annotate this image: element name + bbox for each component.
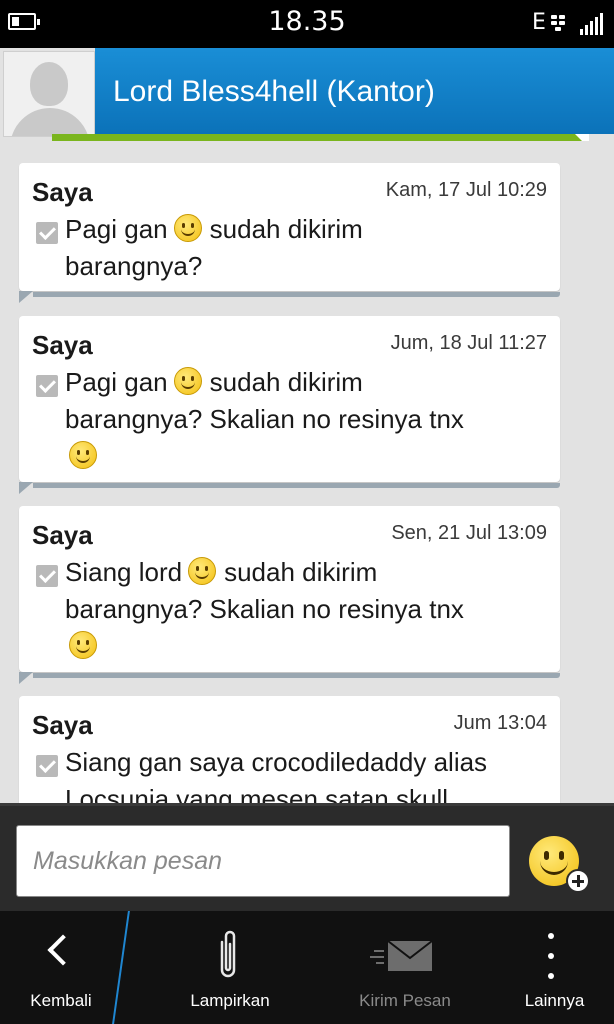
back-button[interactable]: Kembali [0,911,122,1024]
delivered-check-icon [36,375,58,397]
message-sender: Saya [32,520,93,550]
signal-icon [580,13,608,35]
message-text: Pagi gan sudah dikirim barangnya? Skalian… [65,364,545,475]
message-bubble[interactable]: Saya Kam, 17 Jul 10:29 Pagi gan sudah dik… [19,163,560,303]
more-icon [548,933,554,983]
smiley-icon [69,441,97,469]
smiley-icon [69,631,97,659]
smiley-icon [173,214,202,242]
message-text: Siang gan saya crocodiledaddy alias Locs… [65,747,488,803]
smiley-icon [173,367,202,395]
header-accent-strip [52,134,585,141]
more-button[interactable]: Lainnya [495,911,614,1024]
message-bubble[interactable]: Saya Jum 13:04 Siang gan saya crocodiled… [19,696,560,803]
status-bar: 18.35 E [0,0,614,48]
message-bubble[interactable]: Saya Jum, 18 Jul 11:27 Pagi gan sudah dik… [19,316,560,494]
back-label: Kembali [30,991,92,1010]
blackberry-icon [551,15,573,31]
conversation-list[interactable]: Saya Kam, 17 Jul 10:29 Pagi gan sudah dik… [0,141,614,803]
message-text: Siang lord sudah dikirim barangnya? Skali… [65,554,545,665]
delivered-check-icon [36,222,58,244]
message-time: Kam, 17 Jul 10:29 [385,179,547,201]
attach-button[interactable]: Lampirkan [150,911,310,1024]
message-time: Jum, 18 Jul 11:27 [390,332,547,354]
message-input[interactable] [16,825,510,897]
message-sender: Saya [32,177,93,207]
message-time: Sen, 21 Jul 13:09 [391,522,547,544]
message-sender: Saya [32,330,93,360]
message-bubble[interactable]: Saya Sen, 21 Jul 13:09 Siang lord sudah d… [19,506,560,684]
message-sender: Saya [32,710,93,740]
avatar[interactable] [3,51,95,137]
contact-name: Lord Bless4hell (Kantor) [113,75,435,108]
message-text: Pagi gan sudah dikirim barangnya? [65,214,363,281]
paperclip-icon [220,930,236,978]
compose-bar [0,803,614,911]
smiley-icon [188,557,217,585]
envelope-icon [370,940,433,971]
chat-header: Lord Bless4hell (Kantor) [0,48,614,148]
status-time: 18.35 [268,6,346,37]
chevron-left-icon [47,934,79,966]
message-time: Jum 13:04 [453,712,547,734]
plus-icon[interactable] [566,869,590,893]
send-label: Kirim Pesan [359,991,451,1010]
more-label: Lainnya [524,991,585,1010]
delivered-check-icon [36,755,58,777]
attach-label: Lampirkan [190,991,270,1010]
delivered-check-icon [36,565,58,587]
action-bar: Kembali Lampirkan Kirim Pesan Lainnya [0,911,614,1024]
contact-title-bar[interactable]: Lord Bless4hell (Kantor) [95,48,614,134]
send-button[interactable]: Kirim Pesan [325,911,485,1024]
network-type: E [532,10,546,35]
